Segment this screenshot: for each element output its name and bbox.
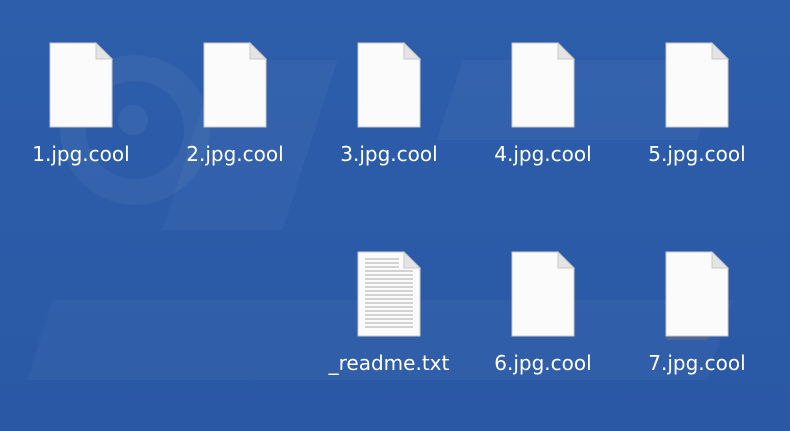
file-name: 2.jpg.cool: [186, 142, 284, 166]
blank-document-icon: [665, 251, 729, 337]
blank-document-icon: [49, 42, 113, 128]
file-item[interactable]: 1.jpg.cool: [6, 42, 156, 187]
blank-document-icon: [511, 251, 575, 337]
file-name: 1.jpg.cool: [32, 142, 130, 166]
file-item[interactable]: 6.jpg.cool: [468, 251, 618, 396]
file-name: 5.jpg.cool: [648, 142, 746, 166]
file-item[interactable]: 4.jpg.cool: [468, 42, 618, 187]
desktop: 1.jpg.cool 2.jpg.cool 3.jpg.cool 4.jpg.c…: [0, 0, 790, 431]
file-name: 4.jpg.cool: [494, 142, 592, 166]
blank-document-icon: [203, 42, 267, 128]
blank-document-icon: [665, 42, 729, 128]
file-item[interactable]: 7.jpg.cool: [622, 251, 772, 396]
file-name: 3.jpg.cool: [340, 142, 438, 166]
file-name: _readme.txt: [328, 351, 450, 375]
blank-document-icon: [357, 42, 421, 128]
file-item[interactable]: 2.jpg.cool: [160, 42, 310, 187]
file-item[interactable]: 3.jpg.cool: [314, 42, 464, 187]
file-name: 7.jpg.cool: [648, 351, 746, 375]
file-item[interactable]: _readme.txt: [314, 251, 464, 396]
file-name: 6.jpg.cool: [494, 351, 592, 375]
text-document-icon: [357, 251, 421, 337]
blank-document-icon: [511, 42, 575, 128]
file-item[interactable]: 5.jpg.cool: [622, 42, 772, 187]
